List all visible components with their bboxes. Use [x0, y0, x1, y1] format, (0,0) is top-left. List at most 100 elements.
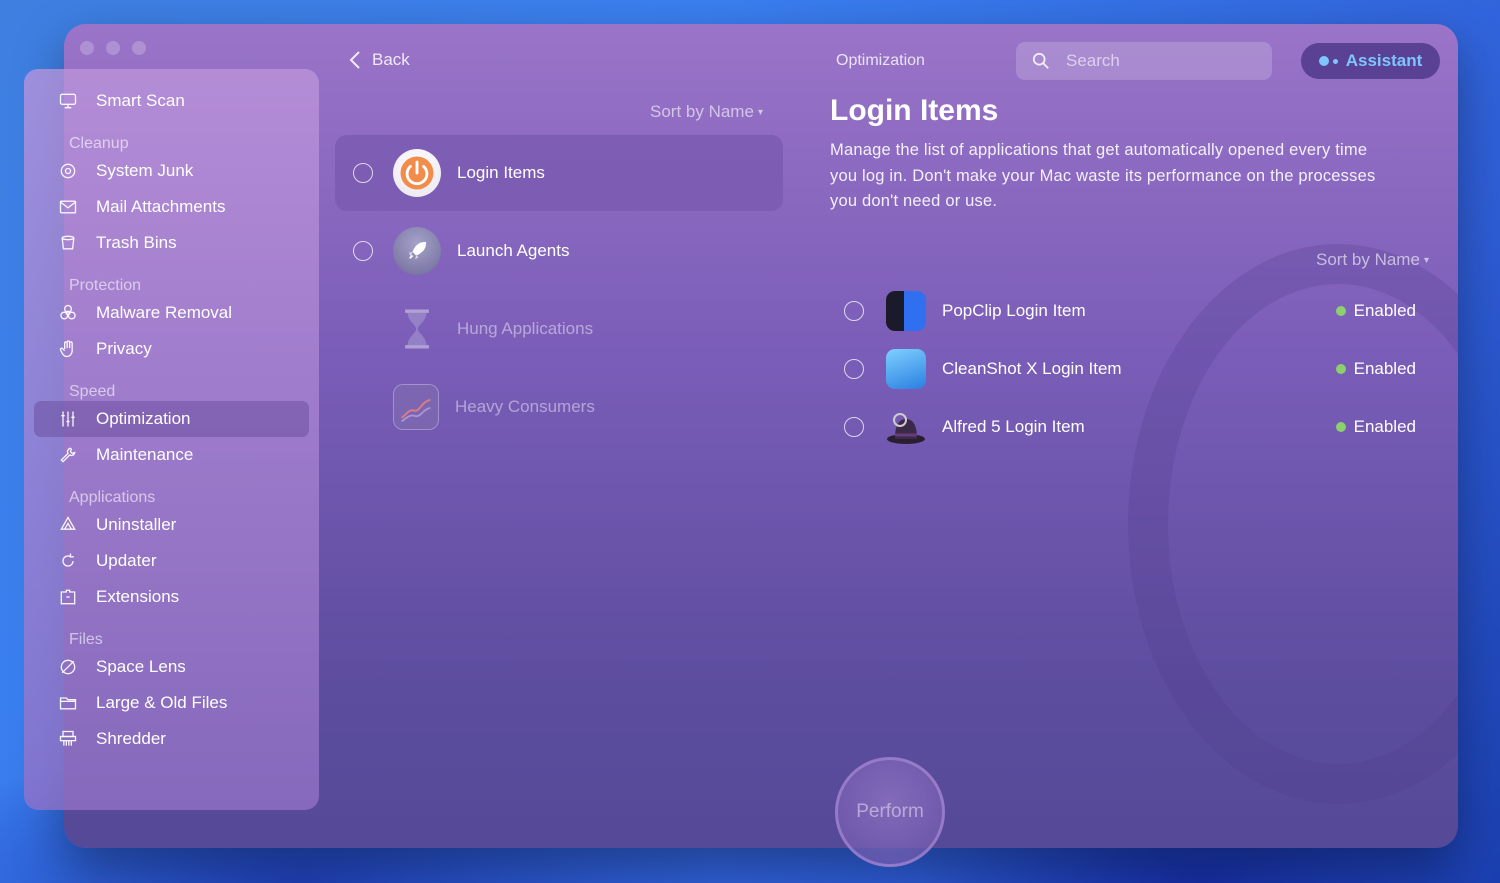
sidebar-item-label: Mail Attachments: [96, 197, 226, 216]
category-item-heavy-consumers: Heavy Consumers: [335, 369, 783, 445]
status-badge: Enabled: [1335, 417, 1416, 437]
back-button[interactable]: Back: [348, 50, 410, 70]
sidebar-item-mail-attachments[interactable]: Mail Attachments: [34, 189, 309, 225]
sliders-icon: [56, 407, 80, 431]
alfred-icon: [886, 407, 926, 447]
biohazard-icon: [56, 301, 80, 325]
sidebar-item-maintenance[interactable]: Maintenance: [34, 437, 309, 473]
sidebar-item-privacy[interactable]: Privacy: [34, 331, 309, 367]
sidebar-item-label: Malware Removal: [96, 303, 233, 322]
status-dot: [1335, 364, 1346, 374]
sidebar-item-uninstaller[interactable]: Uninstaller: [34, 507, 309, 543]
status-badge: Enabled: [1335, 359, 1416, 379]
mail-icon: [56, 195, 80, 219]
category-label: Hung Applications: [457, 319, 594, 338]
sidebar-item-shredder[interactable]: Shredder: [34, 721, 309, 757]
category-radio[interactable]: [353, 163, 373, 183]
extensions-icon: [56, 585, 80, 609]
minimize-button[interactable]: [106, 41, 120, 55]
caret-down-icon: ▾: [1423, 255, 1429, 267]
popclip-icon: [886, 291, 926, 331]
category-label: Launch Agents: [457, 241, 570, 260]
category-item-hung-applications: Hung Applications: [335, 291, 783, 367]
updater-icon: [56, 549, 80, 573]
detail-description: Manage the list of applications that get…: [830, 141, 1376, 210]
page-title: Optimization: [836, 52, 925, 69]
perform-label: Perform: [856, 801, 924, 822]
detail-sort-button[interactable]: Sort by Name ▾: [1316, 250, 1429, 270]
status-dot: [1335, 306, 1346, 316]
sidebar-item-label: Maintenance: [96, 445, 194, 464]
login-items-list: PopClip Login Item Enabled CleanShot X L…: [838, 282, 1428, 456]
list-item[interactable]: CleanShot X Login Item Enabled: [838, 340, 1428, 398]
sidebar-section-files: Files: [69, 631, 103, 648]
sidebar-item-system-junk[interactable]: System Junk: [34, 153, 309, 189]
sidebar-item-label: System Junk: [96, 161, 194, 180]
cleanshot-icon: [886, 349, 926, 389]
sidebar-item-label: Extensions: [96, 587, 180, 606]
item-radio[interactable]: [844, 301, 864, 321]
category-sort-button[interactable]: Sort by Name ▾: [650, 102, 763, 122]
sidebar-item-updater[interactable]: Updater: [34, 543, 309, 579]
sidebar-section-speed: Speed: [69, 383, 116, 400]
sidebar-item-label: Smart Scan: [96, 91, 185, 110]
status-dot: [1335, 422, 1346, 432]
sidebar-section-applications: Applications: [69, 489, 156, 506]
window-controls: [80, 41, 146, 55]
sidebar-item-label: Optimization: [96, 409, 191, 428]
assistant-button[interactable]: Assistant: [1301, 43, 1440, 79]
rocket-icon: [393, 227, 441, 275]
assistant-label: Assistant: [1345, 51, 1423, 70]
sidebar-item-optimization[interactable]: Optimization: [34, 401, 309, 437]
search-icon: [1032, 52, 1049, 69]
sidebar-item-label: Privacy: [96, 339, 152, 358]
sidebar-section-protection: Protection: [69, 277, 142, 294]
chevron-left-icon: [349, 51, 360, 69]
sidebar-item-smart-scan[interactable]: Smart Scan: [34, 83, 309, 119]
perform-button[interactable]: Perform: [835, 757, 945, 867]
space-lens-icon: [56, 655, 80, 679]
folder-icon: [56, 691, 80, 715]
trash-icon: [56, 231, 80, 255]
category-item-login-items[interactable]: Login Items: [335, 135, 783, 211]
list-item[interactable]: Alfred 5 Login Item Enabled: [838, 398, 1428, 456]
item-name: CleanShot X Login Item: [942, 359, 1122, 378]
assistant-dots-icon: [1318, 56, 1338, 66]
chart-icon: [393, 384, 439, 430]
close-button[interactable]: [80, 41, 94, 55]
category-item-launch-agents[interactable]: Launch Agents: [335, 213, 783, 289]
sidebar-item-large-old-files[interactable]: Large & Old Files: [34, 685, 309, 721]
category-list: Login Items Launch Agents Hung Applicati…: [335, 135, 783, 447]
sort-label: Sort by Name: [650, 102, 754, 121]
item-radio[interactable]: [844, 359, 864, 379]
status-badge: Enabled: [1335, 301, 1416, 321]
sidebar-item-space-lens[interactable]: Space Lens: [34, 649, 309, 685]
search-box[interactable]: [1016, 42, 1272, 80]
sidebar-section-cleanup: Cleanup: [69, 135, 129, 152]
list-item[interactable]: PopClip Login Item Enabled: [838, 282, 1428, 340]
category-label: Login Items: [457, 163, 545, 182]
sidebar-item-extensions[interactable]: Extensions: [34, 579, 309, 615]
category-radio[interactable]: [353, 241, 373, 261]
sidebar-item-trash-bins[interactable]: Trash Bins: [34, 225, 309, 261]
shredder-icon: [56, 727, 80, 751]
item-name: PopClip Login Item: [942, 301, 1086, 320]
detail-title: Login Items: [830, 94, 999, 127]
search-input[interactable]: [1066, 51, 1256, 71]
sidebar-item-label: Uninstaller: [96, 515, 177, 534]
system-junk-icon: [56, 159, 80, 183]
item-name: Alfred 5 Login Item: [942, 417, 1085, 436]
sidebar: Smart Scan Cleanup System Junk Mail Atta…: [24, 69, 319, 810]
item-radio[interactable]: [844, 417, 864, 437]
power-icon: [393, 149, 441, 197]
uninstaller-icon: [56, 513, 80, 537]
sidebar-item-label: Space Lens: [96, 657, 186, 676]
hand-icon: [56, 337, 80, 361]
sidebar-item-label: Trash Bins: [96, 233, 177, 252]
zoom-button[interactable]: [132, 41, 146, 55]
sidebar-item-malware-removal[interactable]: Malware Removal: [34, 295, 309, 331]
sidebar-item-label: Shredder: [96, 729, 166, 748]
wrench-icon: [56, 443, 80, 467]
sort-label: Sort by Name: [1316, 250, 1420, 269]
caret-down-icon: ▾: [757, 107, 763, 119]
